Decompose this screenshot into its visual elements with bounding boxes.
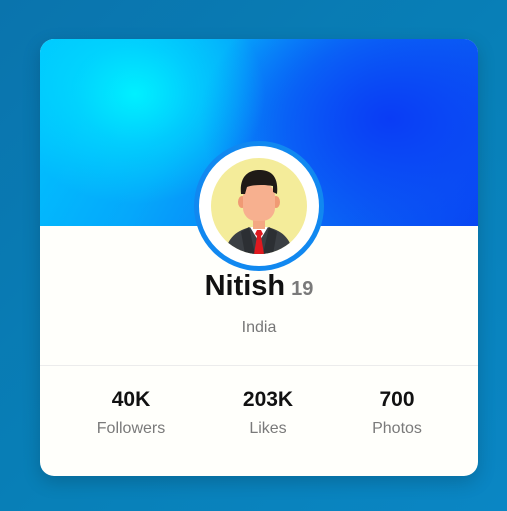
profile-name: Nitish: [204, 270, 286, 302]
stat-value: 700: [379, 388, 415, 411]
stats-divider: [40, 365, 478, 366]
businessman-avatar-icon: [225, 170, 293, 254]
stat-value: 203K: [242, 388, 294, 411]
stat-label: Photos: [372, 420, 422, 437]
stat-photos[interactable]: 700 Photos: [337, 387, 457, 439]
profile-age: 19: [291, 278, 314, 300]
stat-likes[interactable]: 203K Likes: [208, 387, 328, 439]
stat-label: Followers: [96, 420, 166, 437]
avatar-ring: [199, 146, 319, 266]
stat-label: Likes: [249, 420, 287, 437]
profile-country: India: [241, 319, 277, 336]
avatar[interactable]: [211, 158, 307, 254]
profile-card: Nitish 19 India 40K Followers 203K Likes …: [40, 39, 478, 476]
stat-value: 40K: [111, 388, 151, 411]
stat-followers[interactable]: 40K Followers: [71, 387, 191, 439]
profile-name-row: Nitish 19: [40, 268, 478, 309]
